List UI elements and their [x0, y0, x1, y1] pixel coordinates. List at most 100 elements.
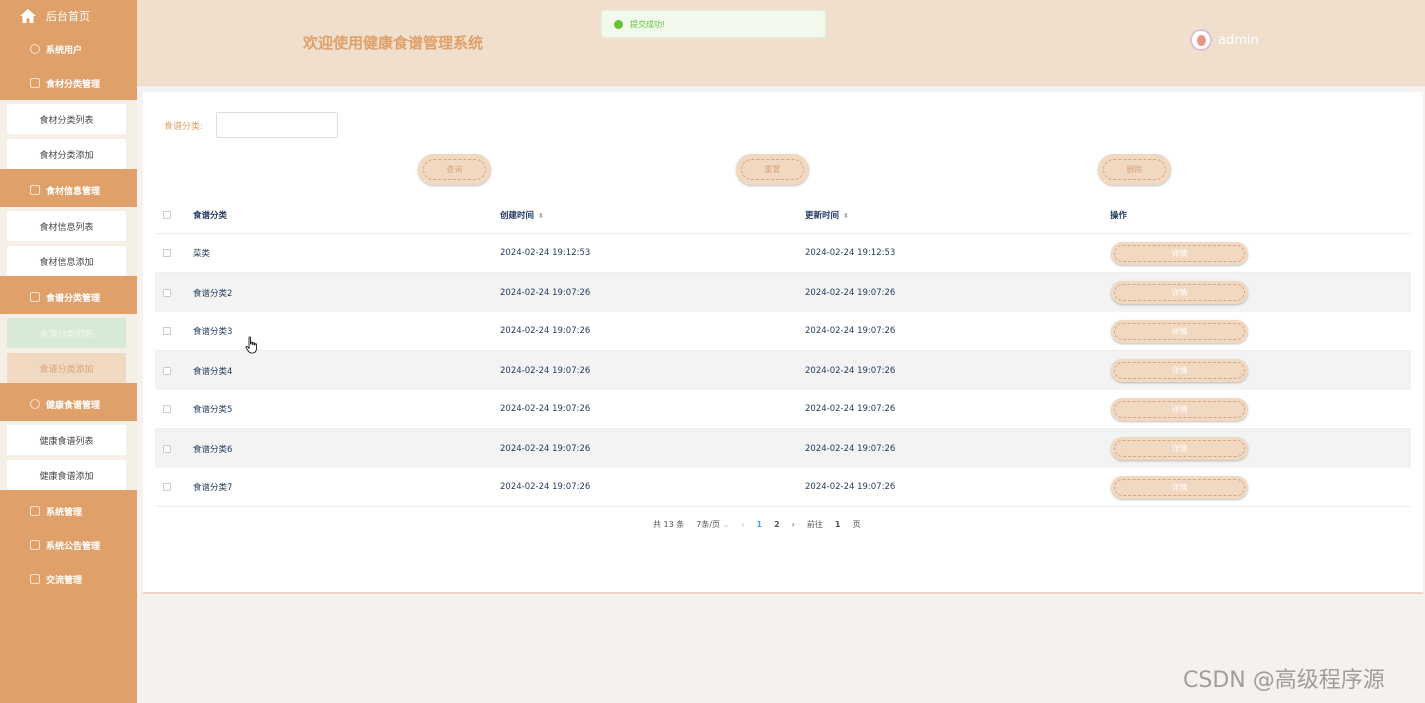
row-checkbox[interactable]: [163, 327, 171, 335]
username: admin: [1218, 32, 1259, 48]
detail-button-label: 详情: [1171, 326, 1188, 336]
detail-button-label: 详情: [1171, 366, 1188, 375]
menu-communication[interactable]: 交流管理: [0, 562, 137, 596]
menu-title-label: 食材信息管理: [46, 186, 101, 197]
filter-label: 食谱分类:: [164, 121, 204, 132]
prev-page-icon[interactable]: ‹: [741, 520, 744, 529]
detail-button[interactable]: 详情: [1111, 241, 1248, 265]
row-category: 食谱分类7: [193, 483, 233, 493]
pagination-total: 共 13 条: [653, 520, 685, 529]
top-header: 欢迎使用健康食谱管理系统 提交成功! admin: [137, 0, 1425, 86]
delete-button-label: 删除: [1126, 165, 1143, 174]
chat-icon: [30, 399, 40, 409]
avatar: [1190, 29, 1212, 51]
chevron-down-icon: ⌄: [722, 520, 730, 529]
column-header-created-label: 创建时间: [500, 210, 535, 221]
menu-system-users[interactable]: 系统用户: [0, 32, 137, 66]
goto-page-input[interactable]: 1: [835, 520, 841, 529]
sidebar-item-healthy-recipe-add[interactable]: 健康食谱添加: [7, 460, 126, 490]
sidebar-item-ingredient-info-list[interactable]: 食材信息列表: [7, 211, 126, 241]
row-category: 食谱分类4: [193, 366, 233, 377]
row-updated: 2024-02-24 19:07:26: [805, 443, 896, 454]
table-row: 菜类 2024-02-24 19:12:53 2024-02-24 19:12:…: [155, 234, 1411, 273]
sidebar-item-ingredient-category-list[interactable]: 食材分类列表: [7, 104, 126, 134]
edit-icon: [30, 574, 40, 584]
column-header-updated-label: 更新时间: [805, 210, 840, 221]
sidebar-home[interactable]: 后台首页: [0, 0, 137, 32]
page-number-1[interactable]: 1: [757, 520, 763, 529]
watermark: CSDN @高级程序源: [1183, 668, 1385, 693]
row-created: 2024-02-24 19:12:53: [500, 248, 591, 258]
sort-icon[interactable]: ⬍: [538, 212, 544, 220]
row-updated: 2024-02-24 19:07:26: [805, 482, 896, 492]
column-header-actions: 操作: [1110, 210, 1128, 221]
menu-system-management[interactable]: 系统管理: [0, 494, 137, 528]
next-page-icon[interactable]: ›: [792, 520, 795, 529]
user-menu[interactable]: admin: [1190, 29, 1259, 51]
row-category: 食谱分类3: [193, 327, 233, 337]
table-row: 食谱分类3 2024-02-24 19:07:26 2024-02-24 19:…: [155, 312, 1411, 351]
detail-button[interactable]: 详情: [1111, 437, 1248, 460]
sidebar-item-healthy-recipe-list[interactable]: 健康食谱列表: [7, 425, 126, 455]
select-all-checkbox[interactable]: [163, 210, 171, 219]
detail-button[interactable]: 详情: [1111, 359, 1248, 382]
menu-ingredient-info[interactable]: 食材信息管理: [0, 173, 137, 207]
detail-button-label: 详情: [1171, 482, 1188, 492]
menu-title-label: 食谱分类管理: [46, 293, 101, 304]
sidebar: 后台首页 系统用户 食材分类管理 食材分类列表 食材分类添加 食材信息管理 食材…: [0, 0, 137, 703]
row-checkbox[interactable]: [163, 249, 171, 257]
row-checkbox[interactable]: [163, 366, 171, 375]
row-updated: 2024-02-24 19:12:53: [805, 248, 896, 258]
row-category: 菜类: [193, 249, 211, 259]
query-button-label: 查询: [446, 165, 463, 174]
detail-button[interactable]: 详情: [1111, 281, 1248, 304]
edit-icon: [30, 78, 40, 88]
menu-healthy-recipe[interactable]: 健康食谱管理: [0, 387, 137, 421]
detail-button-label: 详情: [1171, 248, 1188, 258]
home-icon: [20, 9, 36, 23]
page-size-value: 7条/页: [696, 520, 721, 529]
detail-button[interactable]: 详情: [1111, 319, 1248, 343]
detail-button[interactable]: 详情: [1111, 397, 1248, 421]
menu-title-label: 系统管理: [46, 507, 83, 518]
recipe-category-input[interactable]: [216, 112, 339, 138]
goto-suffix: 页: [852, 520, 861, 529]
row-updated: 2024-02-24 19:07:26: [805, 287, 896, 298]
row-category: 食谱分类2: [193, 288, 233, 299]
data-table: 食谱分类 创建时间 ⬍ 更新时间 ⬍ 操作 菜类 2024-02-24 19:12:…: [155, 196, 1411, 507]
query-button[interactable]: 查询: [418, 154, 491, 185]
reset-button[interactable]: 重置: [736, 154, 809, 185]
sidebar-item-recipe-category-add[interactable]: 食谱分类添加: [7, 353, 126, 383]
sidebar-item-ingredient-info-add[interactable]: 食材信息添加: [7, 246, 126, 276]
column-header-updated[interactable]: 更新时间 ⬍: [805, 209, 849, 221]
menu-announcement[interactable]: 系统公告管理: [0, 528, 137, 562]
row-created: 2024-02-24 19:07:26: [500, 365, 591, 376]
detail-button[interactable]: 详情: [1111, 475, 1248, 499]
row-created: 2024-02-24 19:07:26: [500, 404, 591, 414]
plus-square-icon: [30, 540, 40, 550]
row-created: 2024-02-24 19:07:26: [500, 482, 591, 492]
column-header-created[interactable]: 创建时间 ⬍: [500, 209, 544, 221]
menu-ingredient-category[interactable]: 食材分类管理: [0, 66, 137, 100]
sidebar-item-recipe-category-list[interactable]: 食谱分类列表: [7, 318, 126, 348]
page-size-select[interactable]: 7条/页 ⌄: [696, 519, 729, 530]
table-row: 食谱分类7 2024-02-24 19:07:26 2024-02-24 19:…: [155, 468, 1411, 507]
menu-recipe-category[interactable]: 食谱分类管理: [0, 280, 137, 314]
document-icon: [30, 506, 40, 516]
success-toast: 提交成功!: [601, 10, 826, 38]
column-header-category: 食谱分类: [193, 210, 228, 221]
page-number-2[interactable]: 2: [774, 520, 780, 529]
goto-prefix: 前往: [806, 520, 823, 529]
row-checkbox[interactable]: [163, 288, 171, 297]
sidebar-home-label: 后台首页: [46, 10, 90, 23]
table-row: 食谱分类4 2024-02-24 19:07:26 2024-02-24 19:…: [155, 351, 1411, 390]
delete-button[interactable]: 删除: [1098, 154, 1171, 185]
sort-icon[interactable]: ⬍: [843, 212, 849, 220]
row-checkbox[interactable]: [163, 405, 171, 413]
menu-title-label: 系统用户: [46, 45, 83, 56]
sidebar-item-ingredient-category-add[interactable]: 食材分类添加: [7, 139, 126, 169]
row-updated: 2024-02-24 19:07:26: [805, 404, 896, 414]
row-checkbox[interactable]: [163, 444, 171, 453]
row-checkbox[interactable]: [163, 483, 171, 491]
submenu-ingredient-category: 食材分类列表 食材分类添加: [0, 100, 137, 169]
